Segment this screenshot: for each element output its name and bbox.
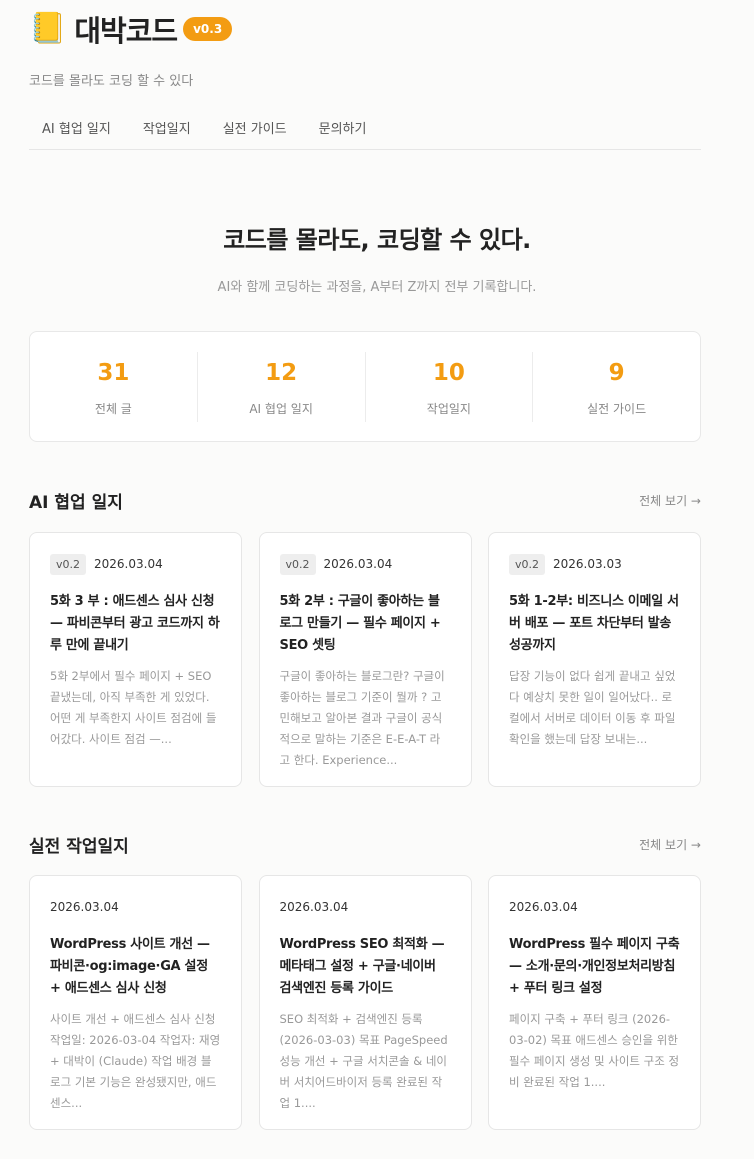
card-meta: v0.2 2026.03.03 <box>509 553 680 575</box>
stat-value: 9 <box>608 359 625 386</box>
card-meta: 2026.03.04 <box>280 896 451 918</box>
brand[interactable]: 📒 대박코드 v0.3 <box>29 10 701 48</box>
post-excerpt: 구글이 좋아하는 블로그란? 구글이 좋아하는 블로그 기준이 뭘까 ? 고민해… <box>279 669 445 767</box>
post-card[interactable]: 2026.03.04 WordPress 필수 페이지 구축 — 소개·문의·개… <box>488 875 701 1130</box>
post-title[interactable]: 5화 1-2부: 비즈니스 이메일 서버 배포 — 포트 차단부터 발송 성공까… <box>509 591 680 657</box>
stats-panel: 31 전체 글 12 AI 협업 일지 10 작업일지 9 실전 가이드 <box>29 331 701 442</box>
stat-value: 10 <box>432 359 465 386</box>
version-tag: v0.2 <box>509 553 546 575</box>
post-excerpt: 답장 기능이 없다 쉽게 끝내고 싶었다 예상치 못한 일이 일어났다.. 로컬… <box>509 669 676 746</box>
hero-subtitle: AI와 함께 코딩하는 과정을, A부터 Z까지 전부 기록합니다. <box>217 280 537 295</box>
post-date: 2026.03.04 <box>279 900 349 914</box>
card-grid-work-log: 2026.03.04 WordPress 사이트 개선 — 파비콘·og:ima… <box>29 875 701 1130</box>
post-card[interactable]: v0.2 2026.03.04 5화 2부 : 구글이 좋아하는 블로그 만들기… <box>258 532 472 787</box>
card-meta: 2026.03.04 <box>50 896 221 918</box>
post-title[interactable]: WordPress 사이트 개선 — 파비콘·og:image·GA 설정 + … <box>50 934 221 1000</box>
post-date: 2026.03.04 <box>94 557 163 571</box>
stat-label: 전체 글 <box>94 401 132 416</box>
post-card[interactable]: v0.2 2026.03.04 5화 3 부 : 애드센스 심사 신청 — 파비… <box>29 532 242 787</box>
post-date: 2026.03.04 <box>50 900 119 914</box>
main-nav: AI 협업 일지 작업일지 실전 가이드 문의하기 <box>29 112 701 150</box>
post-title[interactable]: 5화 2부 : 구글이 좋아하는 블로그 만들기 — 필수 페이지 + SEO … <box>280 591 451 657</box>
nav-item-contact[interactable]: 문의하기 <box>305 112 367 149</box>
post-card[interactable]: 2026.03.04 WordPress 사이트 개선 — 파비콘·og:ima… <box>29 875 242 1130</box>
stat-label: AI 협업 일지 <box>249 401 313 416</box>
post-date: 2026.03.04 <box>323 557 393 571</box>
stat-value: 12 <box>265 359 298 386</box>
card-meta: v0.2 2026.03.04 <box>279 553 451 575</box>
post-excerpt: 5화 2부에서 필수 페이지 + SEO 끝냈는데, 아직 부족한 게 있었다.… <box>50 669 217 746</box>
notebook-icon: 📒 <box>29 11 67 46</box>
site-title[interactable]: 대박코드 <box>74 8 178 50</box>
section-title: 실전 작업일지 <box>29 837 129 857</box>
card-meta: v0.2 2026.03.04 <box>50 553 221 575</box>
post-date: 2026.03.03 <box>553 557 622 571</box>
post-title[interactable]: WordPress SEO 최적화 — 메타태그 설정 + 구글·네이버 검색엔… <box>280 934 451 1000</box>
post-excerpt: 페이지 구축 + 푸터 링크 (2026-03-02) 목표 애드센스 승인을 … <box>509 1012 680 1089</box>
nav-item-ai-log[interactable]: AI 협업 일지 <box>29 112 111 149</box>
stat-ai-log: 12 AI 협업 일지 <box>198 351 366 422</box>
stat-label: 작업일지 <box>426 401 471 416</box>
see-all-link[interactable]: 전체 보기 → <box>639 836 701 853</box>
post-excerpt: 사이트 개선 + 애드센스 심사 신청 작업일: 2026-03-04 작업자:… <box>50 1012 221 1110</box>
section-title: AI 협업 일지 <box>29 493 123 513</box>
stat-value: 31 <box>97 359 130 386</box>
card-grid-ai-log: v0.2 2026.03.04 5화 3 부 : 애드센스 심사 신청 — 파비… <box>29 532 701 787</box>
section-header-ai-log: AI 협업 일지 전체 보기 → <box>29 488 701 513</box>
stat-total: 31 전체 글 <box>30 351 198 422</box>
version-tag: v0.2 <box>279 553 316 575</box>
post-card[interactable]: v0.2 2026.03.03 5화 1-2부: 비즈니스 이메일 서버 배포 … <box>488 532 701 787</box>
stat-work-log: 10 작업일지 <box>366 351 534 422</box>
post-title[interactable]: WordPress 필수 페이지 구축 — 소개·문의·개인정보처리방침 + 푸… <box>509 934 680 1000</box>
nav-item-work-log[interactable]: 작업일지 <box>129 112 191 149</box>
hero-title: 코드를 몰라도, 코딩할 수 있다. <box>223 226 531 254</box>
stat-label: 실전 가이드 <box>587 401 647 416</box>
post-excerpt: SEO 최적화 + 검색엔진 등록 (2026-03-03) 목표 PageSp… <box>279 1012 448 1110</box>
version-tag: v0.2 <box>50 553 87 575</box>
site-tagline: 코드를 몰라도 코딩 할 수 있다 <box>29 74 194 89</box>
site-header: 📒 대박코드 v0.3 코드를 몰라도 코딩 할 수 있다 AI 협업 일지 작… <box>29 10 701 150</box>
version-badge: v0.3 <box>183 17 233 41</box>
nav-item-guide[interactable]: 실전 가이드 <box>209 112 287 149</box>
post-card[interactable]: 2026.03.04 WordPress SEO 최적화 — 메타태그 설정 +… <box>258 875 472 1130</box>
section-header-work-log: 실전 작업일지 전체 보기 → <box>29 832 701 857</box>
card-meta: 2026.03.04 <box>509 896 680 918</box>
post-title[interactable]: 5화 3 부 : 애드센스 심사 신청 — 파비콘부터 광고 코드까지 하루 만… <box>50 591 221 657</box>
see-all-link[interactable]: 전체 보기 → <box>639 492 701 509</box>
stat-guide: 9 실전 가이드 <box>533 352 700 422</box>
post-date: 2026.03.04 <box>509 900 578 914</box>
